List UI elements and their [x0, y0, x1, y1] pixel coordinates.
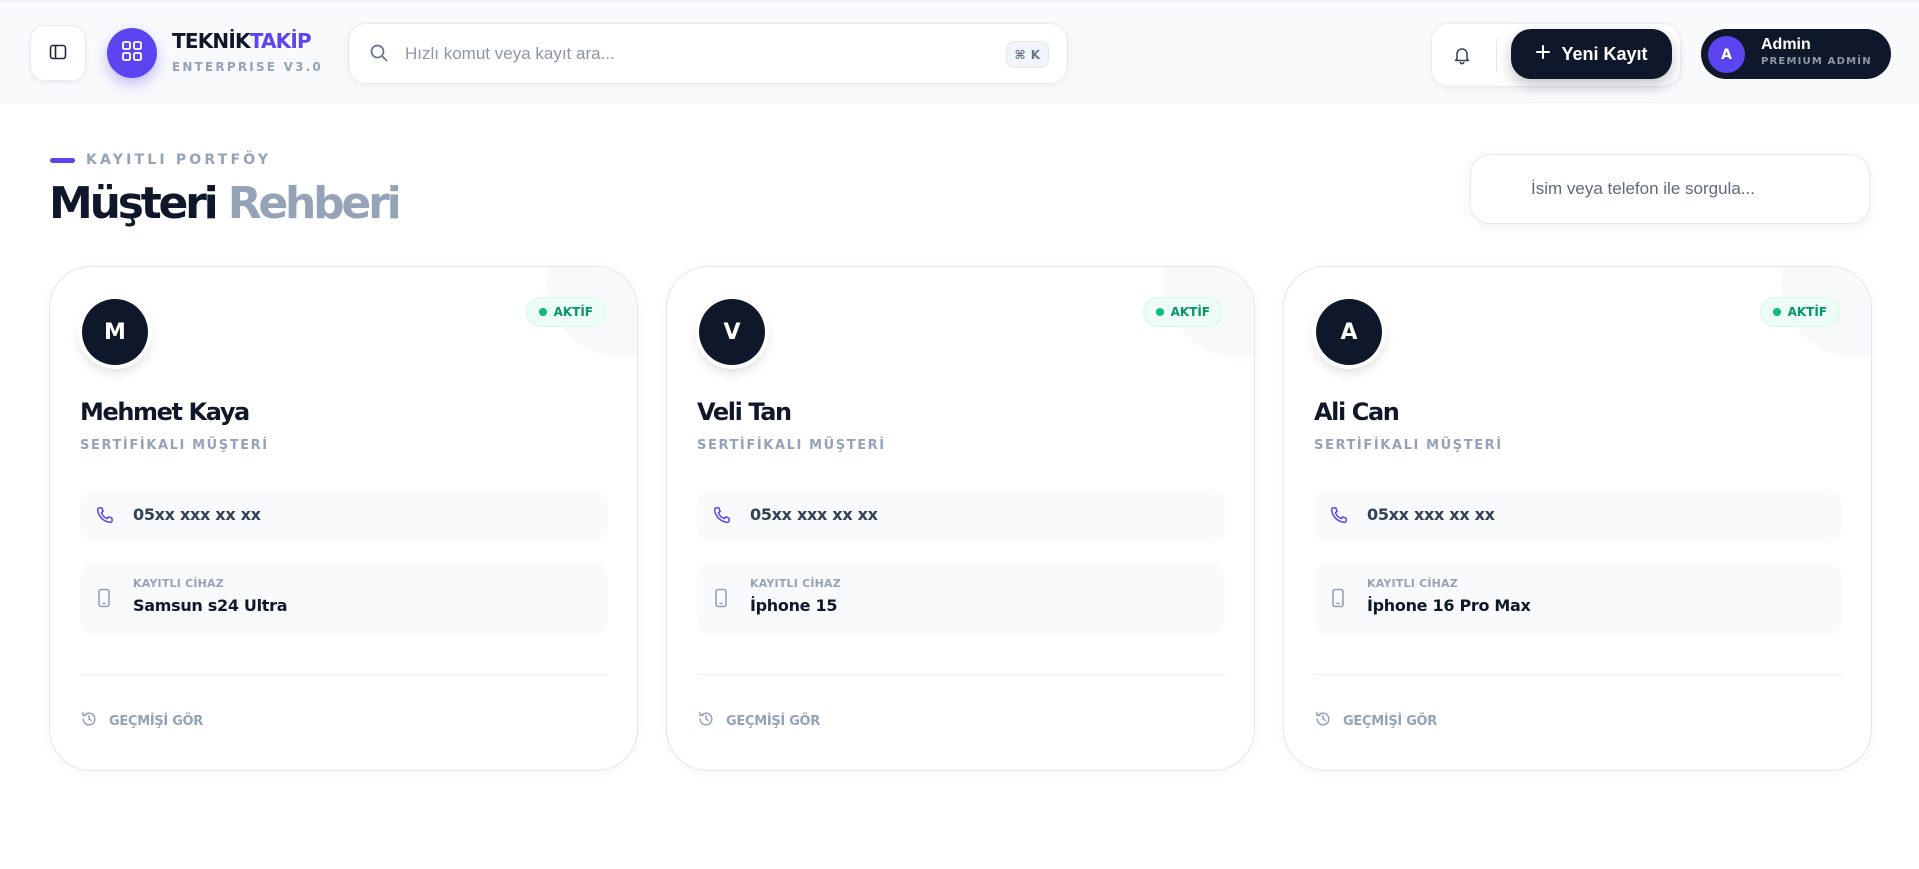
status-label: AKTİF [1787, 305, 1827, 319]
user-role: PREMIUM ADMİN [1761, 56, 1872, 67]
device-row: KAYITLI CİHAZ İphone 16 Pro Max [1314, 563, 1842, 635]
status-label: AKTİF [1170, 305, 1210, 319]
status-dot [1772, 308, 1781, 316]
history-icon [697, 710, 715, 733]
brand-name: TEKNİKTAKİP [172, 29, 323, 53]
eyebrow-accent-bar [50, 157, 75, 163]
logo-badge[interactable] [107, 28, 157, 78]
customer-type: SERTİFİKALI MÜŞTERİ [1314, 438, 1503, 453]
view-history-link[interactable]: GEÇMİŞİ GÖR [697, 710, 820, 733]
bell-icon [1452, 45, 1472, 68]
customer-card: V AKTİF Veli Tan SERTİFİKALI MÜŞTERİ 05x… [666, 266, 1255, 771]
phone-row: 05xx xxx xx xx [697, 489, 1225, 543]
view-history-label: GEÇMİŞİ GÖR [726, 714, 821, 729]
status-badge: AKTİF [525, 297, 606, 327]
card-divider [1314, 674, 1842, 675]
customer-name: Mehmet Kaya [80, 398, 250, 426]
status-badge: AKTİF [1759, 297, 1840, 327]
user-menu[interactable]: A Admin PREMIUM ADMİN [1701, 29, 1891, 79]
view-history-label: GEÇMİŞİ GÖR [109, 714, 204, 729]
device-name: İphone 15 [750, 596, 838, 615]
customer-name: Veli Tan [697, 398, 792, 426]
plus-icon [1535, 44, 1551, 65]
device-name: İphone 16 Pro Max [1367, 596, 1531, 615]
shortcut-key: K [1030, 47, 1040, 62]
customer-type: SERTİFİKALI MÜŞTERİ [80, 438, 269, 453]
customer-avatar: M [82, 299, 148, 365]
phone-icon [712, 505, 732, 530]
smartphone-icon [1329, 588, 1347, 613]
command-search-input[interactable] [405, 38, 965, 70]
device-label: KAYITLI CİHAZ [750, 577, 841, 590]
view-history-link[interactable]: GEÇMİŞİ GÖR [80, 710, 203, 733]
device-label: KAYITLI CİHAZ [1367, 577, 1458, 590]
notifications-button[interactable] [1449, 43, 1475, 69]
top-header: TEKNİKTAKİP ENTERPRISE V3.0 ⌘ K [0, 0, 1919, 103]
device-row: KAYITLI CİHAZ Samsun s24 Ultra [80, 563, 608, 635]
grid-icon [121, 40, 143, 67]
phone-row: 05xx xxx xx xx [80, 489, 608, 543]
device-row: KAYITLI CİHAZ İphone 15 [697, 563, 1225, 635]
new-record-label: Yeni Kayıt [1561, 43, 1648, 64]
view-history-link[interactable]: GEÇMİŞİ GÖR [1314, 710, 1437, 733]
card-divider [697, 674, 1225, 675]
customer-type: SERTİFİKALI MÜŞTERİ [697, 438, 886, 453]
phone-number: 05xx xxx xx xx [1367, 505, 1495, 524]
new-record-button[interactable]: Yeni Kayıt [1511, 29, 1672, 79]
brand: TEKNİKTAKİP ENTERPRISE V3.0 [172, 29, 323, 74]
brand-subtitle: ENTERPRISE V3.0 [172, 60, 323, 74]
action-divider [1496, 38, 1497, 72]
phone-number: 05xx xxx xx xx [750, 505, 878, 524]
status-dot [1155, 308, 1164, 316]
sidebar-toggle-button[interactable] [30, 25, 86, 81]
command-search-bar: ⌘ K [348, 23, 1068, 84]
phone-number: 05xx xxx xx xx [133, 505, 261, 524]
customer-search-box [1470, 154, 1870, 224]
customer-card: A AKTİF Ali Can SERTİFİKALI MÜŞTERİ 05xx… [1283, 266, 1872, 771]
device-name: Samsun s24 Ultra [133, 596, 288, 615]
smartphone-icon [712, 588, 730, 613]
phone-icon [1329, 505, 1349, 530]
user-avatar: A [1708, 36, 1745, 73]
phone-icon [95, 505, 115, 530]
customer-avatar: A [1316, 299, 1382, 365]
customer-name: Ali Can [1314, 398, 1400, 426]
user-name: Admin [1761, 36, 1811, 53]
smartphone-icon [95, 588, 113, 613]
page-title: Müşteri Rehberi [49, 177, 402, 231]
page-title-primary: Müşteri [49, 178, 219, 229]
device-label: KAYITLI CİHAZ [133, 577, 224, 590]
customer-search-input[interactable] [1531, 174, 1851, 204]
customer-card: M AKTİF Mehmet Kaya SERTİFİKALI MÜŞTERİ … [49, 266, 638, 771]
eyebrow-text: KAYITLI PORTFÖY [86, 152, 272, 168]
page-title-secondary: Rehberi [227, 178, 402, 229]
status-badge: AKTİF [1142, 297, 1223, 327]
history-icon [1314, 710, 1332, 733]
brand-name-primary: TEKNİK [172, 29, 250, 53]
card-divider [80, 674, 608, 675]
command-key-symbol: ⌘ [1014, 47, 1026, 62]
sidebar-panel-icon [48, 42, 68, 65]
phone-row: 05xx xxx xx xx [1314, 489, 1842, 543]
view-history-label: GEÇMİŞİ GÖR [1343, 714, 1438, 729]
customer-avatar: V [699, 299, 765, 365]
keyboard-shortcut-badge: ⌘ K [1005, 41, 1049, 68]
history-icon [80, 710, 98, 733]
status-label: AKTİF [553, 305, 593, 319]
section-eyebrow: KAYITLI PORTFÖY [50, 152, 271, 168]
search-icon [369, 43, 389, 68]
brand-name-accent: TAKİP [249, 29, 312, 53]
status-dot [538, 308, 547, 316]
